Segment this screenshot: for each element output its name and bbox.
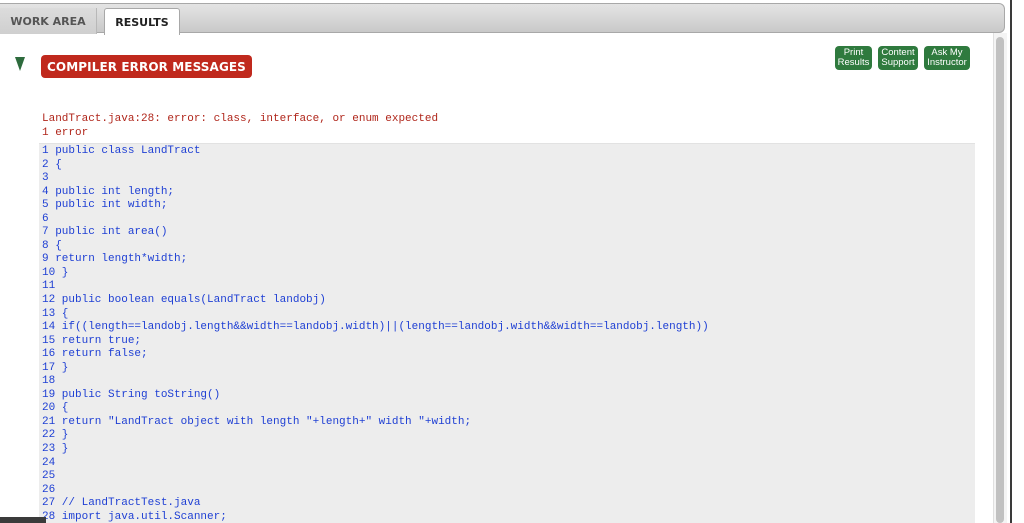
print-results-button[interactable]: Print Results xyxy=(835,46,872,70)
content-support-button[interactable]: Content Support xyxy=(878,46,918,70)
code-line: 1 public class LandTract xyxy=(42,145,201,157)
source-code-listing: 1 public class LandTract 2 {3 4 public int… xyxy=(39,143,975,523)
content-support-label-2: Support xyxy=(881,57,915,68)
code-line: 26 xyxy=(42,483,56,496)
scrollbar-thumb[interactable] xyxy=(996,37,1004,523)
tab-results[interactable]: RESULTS xyxy=(104,8,180,35)
code-line: 6 xyxy=(42,212,49,225)
code-line: 17 } xyxy=(42,361,69,374)
taskbar-edge xyxy=(0,517,46,523)
tab-bar: WORK AREA RESULTS xyxy=(0,3,1005,35)
ask-instructor-label-2: Instructor xyxy=(927,57,967,68)
code-line: 23 } xyxy=(42,443,69,456)
code-line: 18 xyxy=(42,375,56,388)
code-line: 7 public int area() xyxy=(42,226,168,239)
code-line: 4 public int length; xyxy=(42,185,175,198)
code-line: 15 return true; xyxy=(42,334,142,347)
window-border xyxy=(1010,0,1012,523)
ask-instructor-button[interactable]: Ask My Instructor xyxy=(924,46,970,70)
code-line: 12 public boolean equals(LandTract lando… xyxy=(42,294,326,307)
error-line: LandTract.java:28: error: class, interfa… xyxy=(42,113,439,125)
code-line: 10 } xyxy=(42,266,69,279)
code-line: 27 // LandTractTest.java xyxy=(42,497,201,510)
results-page: WORK AREA RESULTS COMPILER ERROR MESSAGE… xyxy=(0,0,1024,523)
compiler-error-heading: COMPILER ERROR MESSAGES xyxy=(41,55,252,78)
code-line: 24 xyxy=(42,456,56,469)
code-line: 19 public String toString() xyxy=(42,388,221,401)
code-lines: 1 public class LandTract 2 {3 4 public int… xyxy=(42,145,709,523)
code-line: 21 return "LandTract object with length … xyxy=(42,415,472,428)
code-line: 13 { xyxy=(42,307,69,320)
code-line: 16 return false; xyxy=(42,348,148,361)
tab-work-area[interactable]: WORK AREA xyxy=(0,8,97,34)
code-line: 22 } xyxy=(42,429,69,442)
code-line: 20 { xyxy=(42,402,69,415)
code-line: 28 import java.util.Scanner; xyxy=(42,510,227,523)
code-line: 11 xyxy=(42,280,56,293)
code-line: 2 { xyxy=(42,158,62,171)
triangle-down-icon[interactable] xyxy=(15,57,25,71)
code-line: 8 { xyxy=(42,239,62,252)
print-results-label-2: Results xyxy=(837,57,870,68)
error-count: 1 error xyxy=(42,127,89,139)
code-line: 9 return length*width; xyxy=(42,253,188,266)
code-line: 5 public int width; xyxy=(42,199,168,212)
code-line: 14 if((length==landobj.length&&width==la… xyxy=(42,321,709,334)
code-line: 25 xyxy=(42,470,56,483)
code-line: 3 xyxy=(42,172,49,185)
